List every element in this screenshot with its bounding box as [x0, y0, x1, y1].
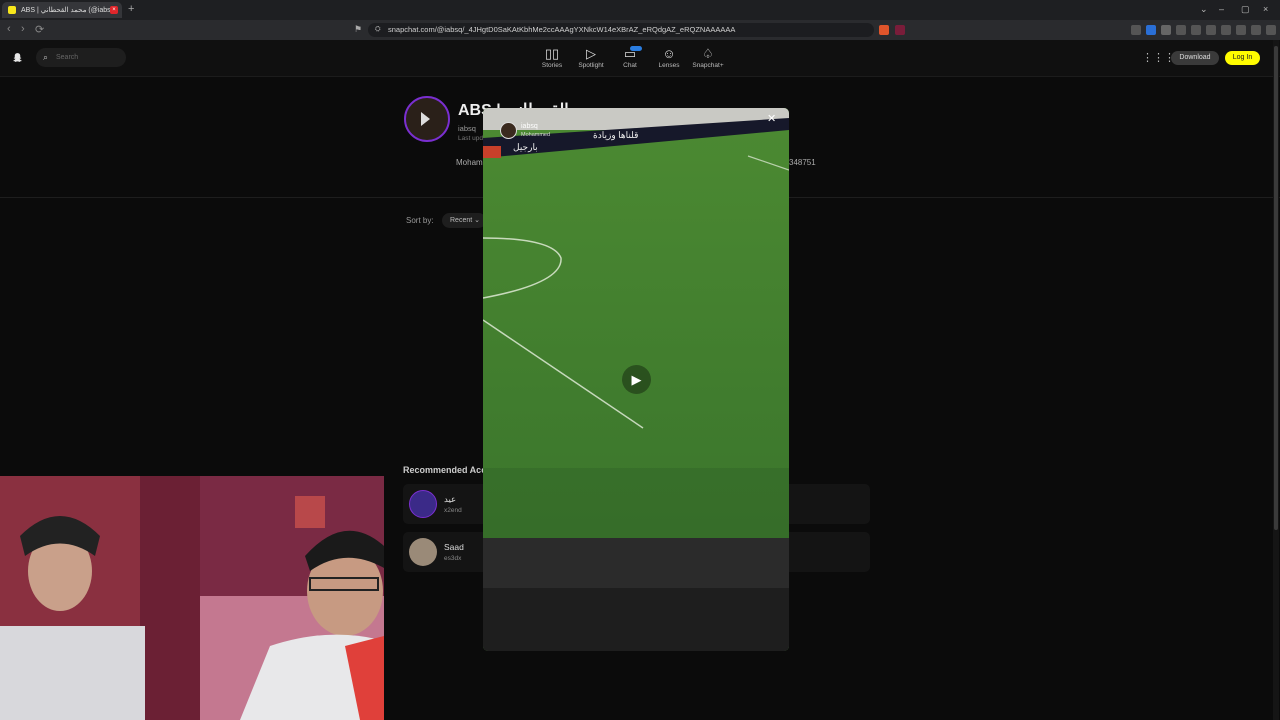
- tab-search-button[interactable]: ⌄: [1200, 4, 1208, 15]
- avatar[interactable]: [409, 538, 437, 566]
- nav-lenses-label: Lenses: [658, 62, 680, 69]
- menu-icon[interactable]: [1266, 25, 1276, 35]
- play-button[interactable]: ▶: [622, 365, 651, 394]
- url-field[interactable]: snapchat.com/@iabsq/_4JHgtD0SaKAtKbhMe2c…: [368, 23, 874, 37]
- search-input[interactable]: Search: [36, 48, 126, 67]
- scrollbar-thumb[interactable]: [1274, 46, 1278, 530]
- recommended-name[interactable]: Saad: [444, 542, 464, 552]
- shield-icon[interactable]: [879, 25, 889, 35]
- nav-snapchat-plus-label: Snapchat+: [692, 62, 724, 69]
- extension-icon[interactable]: [1146, 25, 1156, 35]
- nav-spotlight[interactable]: ▷ Spotlight: [571, 46, 611, 69]
- snapchat-ghost-icon[interactable]: [12, 52, 23, 66]
- extensions-puzzle-icon[interactable]: [1236, 25, 1246, 35]
- recommended-username: es3dx: [444, 555, 462, 562]
- new-tab-button[interactable]: +: [128, 3, 134, 15]
- profile-icon[interactable]: [1251, 25, 1261, 35]
- wallet-icon[interactable]: [1221, 25, 1231, 35]
- webcam-image: [0, 476, 384, 720]
- video-poster-avatar[interactable]: [500, 122, 517, 139]
- snapchat-plus-icon: ♤: [702, 46, 714, 61]
- spotlight-icon: ▷: [586, 46, 596, 61]
- login-button[interactable]: Log In: [1225, 51, 1260, 65]
- stories-icon: ▯▯: [544, 46, 560, 61]
- webcam-overlay: [0, 476, 384, 720]
- play-icon: ▶: [631, 371, 642, 387]
- download-button[interactable]: Download: [1171, 51, 1219, 65]
- browser-tab-bar: [0, 0, 1280, 20]
- reload-button[interactable]: ⟳: [35, 23, 44, 36]
- browser-tab[interactable]: ABS | محمد القحطاني (@iabsq ×: [2, 2, 122, 18]
- recommended-username: x2end: [444, 507, 462, 514]
- story-play-icon: [421, 112, 430, 126]
- window-close-button[interactable]: ×: [1263, 4, 1268, 14]
- extension-icon[interactable]: [1131, 25, 1141, 35]
- recommended-name[interactable]: عيد: [444, 494, 456, 505]
- profile-bio-tail: 348751: [789, 158, 816, 167]
- banner-text: قلناها وزيادة: [593, 130, 638, 141]
- site-info-icon[interactable]: ⛭: [375, 26, 381, 34]
- video-poster-subtitle: Mohammed: [521, 132, 551, 138]
- extension-icon[interactable]: [1176, 25, 1186, 35]
- snapchat-favicon-icon: [8, 6, 16, 14]
- nav-chat-label: Chat: [623, 62, 637, 69]
- recommended-title: Recommended Acc: [403, 465, 487, 475]
- profile-username: iabsq: [458, 124, 476, 133]
- maximize-button[interactable]: ▢: [1241, 4, 1250, 15]
- extension-icon[interactable]: [1161, 25, 1171, 35]
- back-button[interactable]: ‹: [7, 23, 11, 35]
- new-badge: [630, 46, 642, 51]
- nav-lenses[interactable]: ☺ Lenses: [649, 46, 689, 69]
- tab-title: ABS | محمد القحطاني (@iabsq: [21, 7, 110, 14]
- sidebar-icon[interactable]: [1206, 25, 1216, 35]
- bookmark-icon[interactable]: ⚑: [354, 24, 362, 35]
- lenses-icon: ☺: [662, 46, 676, 61]
- avatar[interactable]: [409, 490, 437, 518]
- sort-select[interactable]: Recent ⌄: [442, 213, 486, 228]
- banner-text: بارجيل: [513, 142, 538, 153]
- sort-by-label: Sort by:: [406, 216, 434, 225]
- video-close-button[interactable]: ✕: [767, 112, 776, 125]
- rewards-icon[interactable]: [895, 25, 905, 35]
- nav-snapchat-plus[interactable]: ♤ Snapchat+: [688, 46, 728, 69]
- nav-stories[interactable]: ▯▯ Stories: [532, 46, 572, 69]
- video-poster-name[interactable]: iabsq: [521, 123, 538, 130]
- tab-close-button[interactable]: ×: [110, 6, 118, 14]
- nav-spotlight-label: Spotlight: [578, 62, 604, 69]
- search-icon: ⌕: [43, 52, 49, 62]
- music-icon[interactable]: [1191, 25, 1201, 35]
- minimize-button[interactable]: –: [1219, 4, 1224, 14]
- nav-stories-label: Stories: [541, 62, 563, 69]
- forward-button[interactable]: ›: [21, 23, 25, 35]
